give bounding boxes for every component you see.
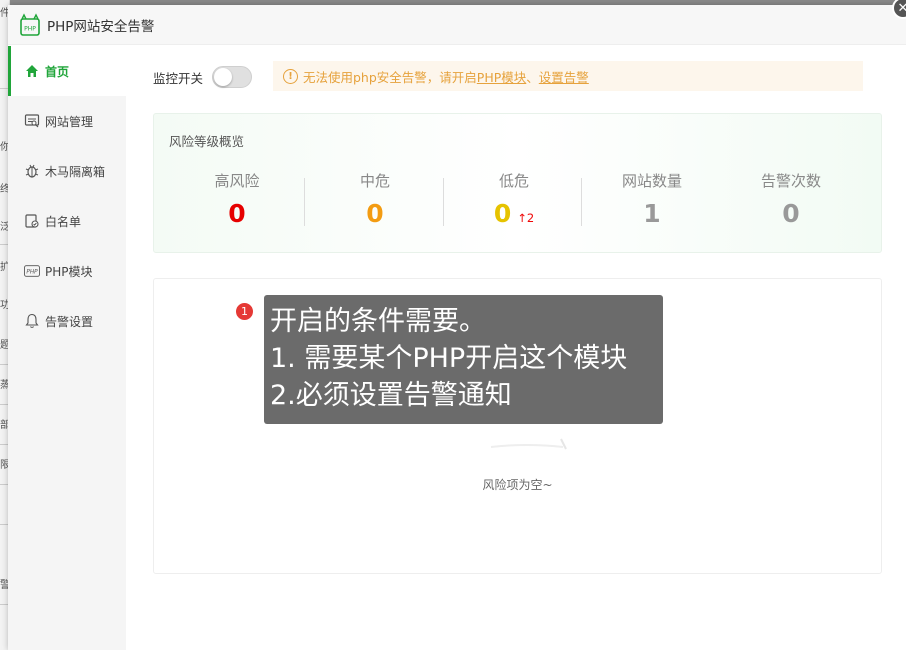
stat-low-risk: 低危 0 ↑2 [445,170,583,228]
stat-alert-count: 告警次数 0 [722,170,860,228]
sidebar-item-label: PHP模块 [45,264,93,279]
warning-banner: ! 无法使用php安全告警，请开启 PHP模块 、 设置告警 [273,61,863,91]
stat-medium-risk: 中危 0 [306,170,444,228]
annotation-line: 1. 需要某个PHP开启这个模块 [270,343,628,374]
risk-overview-panel: 风险等级概览 高风险 0 中危 0 低危 0 ↑2 网站数量 1 告警次数 0 [153,113,882,253]
app-logo-icon: PHP [19,12,41,37]
stat-label: 网站数量 [621,172,682,190]
warning-icon: ! [283,68,298,84]
stat-website-count: 网站数量 1 [583,170,721,228]
annotation-line: 2.必须设置告警通知 [270,380,512,411]
stat-high-risk: 高风险 0 [168,170,306,228]
svg-text:PHP: PHP [26,270,38,276]
alert-settings-link[interactable]: 设置告警 [539,67,589,86]
close-icon: ✕ [897,0,906,16]
website-icon [24,113,40,129]
monitor-switch-row: 监控开关 [153,62,253,92]
stat-label: 告警次数 [760,172,821,190]
sidebar-item-home[interactable]: 首页 [8,46,126,96]
risk-overview-title: 风险等级概览 [169,134,245,149]
bell-icon [24,313,40,329]
warning-text: 无法使用php安全告警，请开启 [303,69,477,85]
empty-state-text: 风险项为空~ [482,478,553,492]
stat-divider [304,178,305,226]
sidebar-item-website-management[interactable]: 网站管理 [8,96,126,146]
annotation-badge: 1 [234,301,255,322]
sidebar-item-label: 告警设置 [45,314,94,329]
svg-text:PHP: PHP [24,25,36,32]
home-icon [24,63,40,79]
sidebar-item-label: 首页 [45,64,70,79]
monitor-switch-label: 监控开关 [153,70,204,86]
stat-label: 低危 [498,172,529,190]
low-risk-increase: ↑2 [517,211,535,225]
stat-value[interactable]: 1 [583,199,721,228]
stat-value[interactable]: 0 [306,199,444,228]
annotation-callout: 开启的条件需要。 1. 需要某个PHP开启这个模块 2.必须设置告警通知 [264,295,663,424]
sidebar-item-whitelist[interactable]: 白名单 [8,196,126,246]
stat-label: 高风险 [214,172,260,190]
window-title: PHP网站安全告警 [47,18,155,35]
stat-divider [581,178,582,226]
stat-value[interactable]: 0 [494,199,511,228]
sidebar-item-label: 网站管理 [45,114,94,129]
sidebar: 首页 网站管理 木马隔离箱 白名单 PHP PHP模块 告警设置 [8,46,126,650]
quarantine-icon [24,163,40,179]
toggle-knob [214,68,233,86]
php-module-link[interactable]: PHP模块 [477,67,526,86]
php-icon: PHP [24,263,40,279]
sidebar-item-alert-settings[interactable]: 告警设置 [8,296,126,346]
stat-value-row: 0 ↑2 [445,199,583,228]
whitelist-icon [24,213,40,229]
stat-label: 中危 [359,172,390,190]
title-bar[interactable]: PHP PHP网站安全告警 [8,5,906,45]
warning-separator: 、 [526,69,539,85]
annotation-line: 开启的条件需要。 [270,306,486,337]
stat-value[interactable]: 0 [168,199,306,228]
sidebar-item-label: 白名单 [45,214,82,229]
monitor-toggle[interactable] [212,66,253,88]
sidebar-item-quarantine[interactable]: 木马隔离箱 [8,146,126,196]
sidebar-item-php-module[interactable]: PHP PHP模块 [8,246,126,296]
stat-value[interactable]: 0 [722,199,860,228]
empty-state-illustration [490,438,567,450]
sidebar-item-label: 木马隔离箱 [45,164,106,179]
stat-divider [443,178,444,226]
